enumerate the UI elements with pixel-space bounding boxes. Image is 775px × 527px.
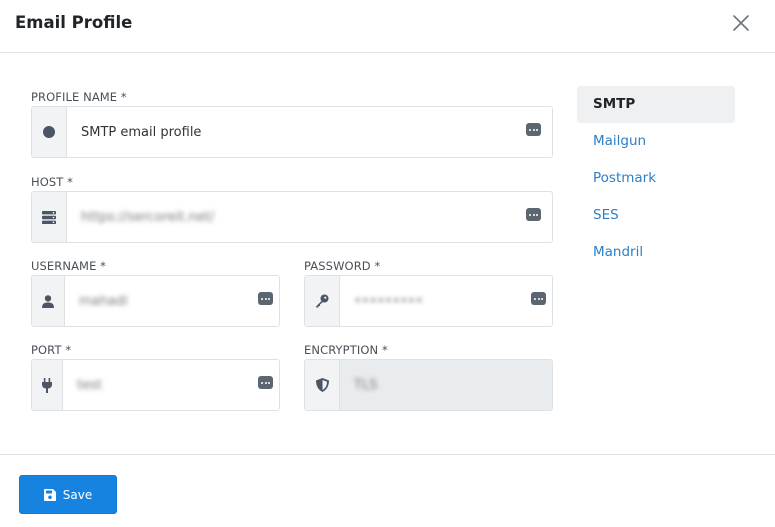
host-input[interactable] xyxy=(81,192,506,242)
modal-title: Email Profile xyxy=(15,13,133,32)
provider-mailgun[interactable]: Mailgun xyxy=(577,123,735,160)
password-manager-icon[interactable] xyxy=(258,292,273,305)
password-addon xyxy=(305,276,340,326)
encryption-label: ENCRYPTION * xyxy=(304,343,388,357)
circle-icon xyxy=(43,126,55,138)
plug-icon xyxy=(42,377,52,393)
profile-name-label: PROFILE NAME * xyxy=(31,90,127,104)
save-button-label: Save xyxy=(62,487,93,502)
username-label: USERNAME * xyxy=(31,259,107,273)
server-icon xyxy=(42,210,56,224)
encryption-input xyxy=(354,360,506,410)
host-label: HOST * xyxy=(31,175,74,189)
username-group xyxy=(31,275,280,327)
port-label: PORT * xyxy=(31,343,72,357)
encryption-group xyxy=(304,359,553,411)
provider-smtp[interactable]: SMTP xyxy=(577,86,735,123)
user-icon xyxy=(42,294,54,308)
password-input[interactable] xyxy=(354,276,506,326)
profile-name-input[interactable] xyxy=(81,107,506,157)
password-manager-icon[interactable] xyxy=(526,123,541,136)
close-icon[interactable] xyxy=(731,13,751,33)
shield-icon xyxy=(315,378,329,392)
provider-mandril[interactable]: Mandril xyxy=(577,234,735,271)
encryption-addon xyxy=(305,360,340,410)
password-manager-icon[interactable] xyxy=(531,292,546,305)
save-button[interactable]: Save xyxy=(19,475,117,514)
modal-footer: Save xyxy=(0,454,775,527)
port-group xyxy=(31,359,280,411)
host-group xyxy=(31,191,553,243)
username-addon xyxy=(32,276,65,326)
provider-postmark[interactable]: Postmark xyxy=(577,160,735,197)
modal-header: Email Profile xyxy=(0,0,775,53)
port-input[interactable] xyxy=(77,360,233,410)
profile-addon xyxy=(32,107,67,157)
provider-ses[interactable]: SES xyxy=(577,197,735,234)
profile-name-group xyxy=(31,106,553,158)
key-icon xyxy=(316,294,329,308)
password-group xyxy=(304,275,553,327)
password-manager-icon[interactable] xyxy=(258,376,273,389)
provider-nav: SMTP Mailgun Postmark SES Mandril xyxy=(577,86,735,271)
username-input[interactable] xyxy=(79,276,233,326)
save-icon xyxy=(43,488,56,501)
password-label: PASSWORD * xyxy=(304,259,381,273)
port-addon xyxy=(32,360,63,410)
host-addon xyxy=(32,192,67,242)
password-manager-icon[interactable] xyxy=(526,208,541,221)
